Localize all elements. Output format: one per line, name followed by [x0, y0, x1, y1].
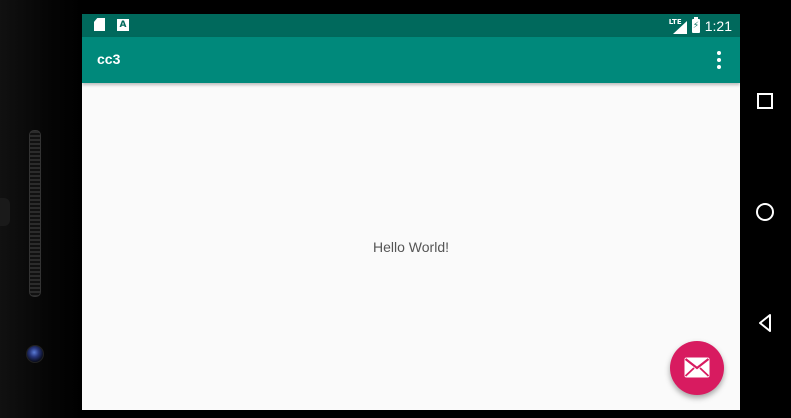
signal-icon: LTE — [669, 18, 687, 34]
email-icon — [684, 357, 710, 378]
status-bar: A LTE ⚡ 1:21 — [82, 14, 740, 37]
back-icon — [759, 314, 771, 332]
front-camera — [26, 345, 44, 363]
sd-card-icon — [94, 18, 105, 31]
back-button[interactable] — [752, 310, 778, 336]
app-bar: cc3 — [82, 37, 740, 83]
app-title: cc3 — [97, 51, 121, 67]
device-frame: A LTE ⚡ 1:21 cc3 Hello World! — [0, 0, 791, 418]
signal-strength-icon — [672, 20, 687, 34]
status-clock: 1:21 — [704, 18, 732, 34]
home-button[interactable] — [752, 199, 778, 225]
more-vert-icon[interactable] — [706, 46, 732, 74]
side-button — [0, 198, 10, 226]
charging-bolt-icon: ⚡ — [692, 21, 700, 31]
status-system-icons: LTE ⚡ 1:21 — [669, 16, 732, 36]
navigation-bar — [740, 0, 791, 418]
recents-icon — [757, 93, 773, 109]
device-bezel — [0, 0, 82, 418]
screen: A LTE ⚡ 1:21 cc3 Hello World! — [82, 14, 740, 410]
home-icon — [756, 203, 774, 221]
a-notification-icon: A — [117, 18, 129, 31]
bezel-bottom — [82, 410, 740, 418]
speaker-grille — [29, 130, 41, 297]
email-fab-button[interactable] — [670, 341, 724, 395]
status-notifications: A — [94, 18, 129, 31]
battery-charging-icon: ⚡ — [691, 17, 700, 33]
recents-button[interactable] — [752, 88, 778, 114]
hello-world-text: Hello World! — [373, 239, 449, 255]
bezel-top — [82, 0, 740, 14]
